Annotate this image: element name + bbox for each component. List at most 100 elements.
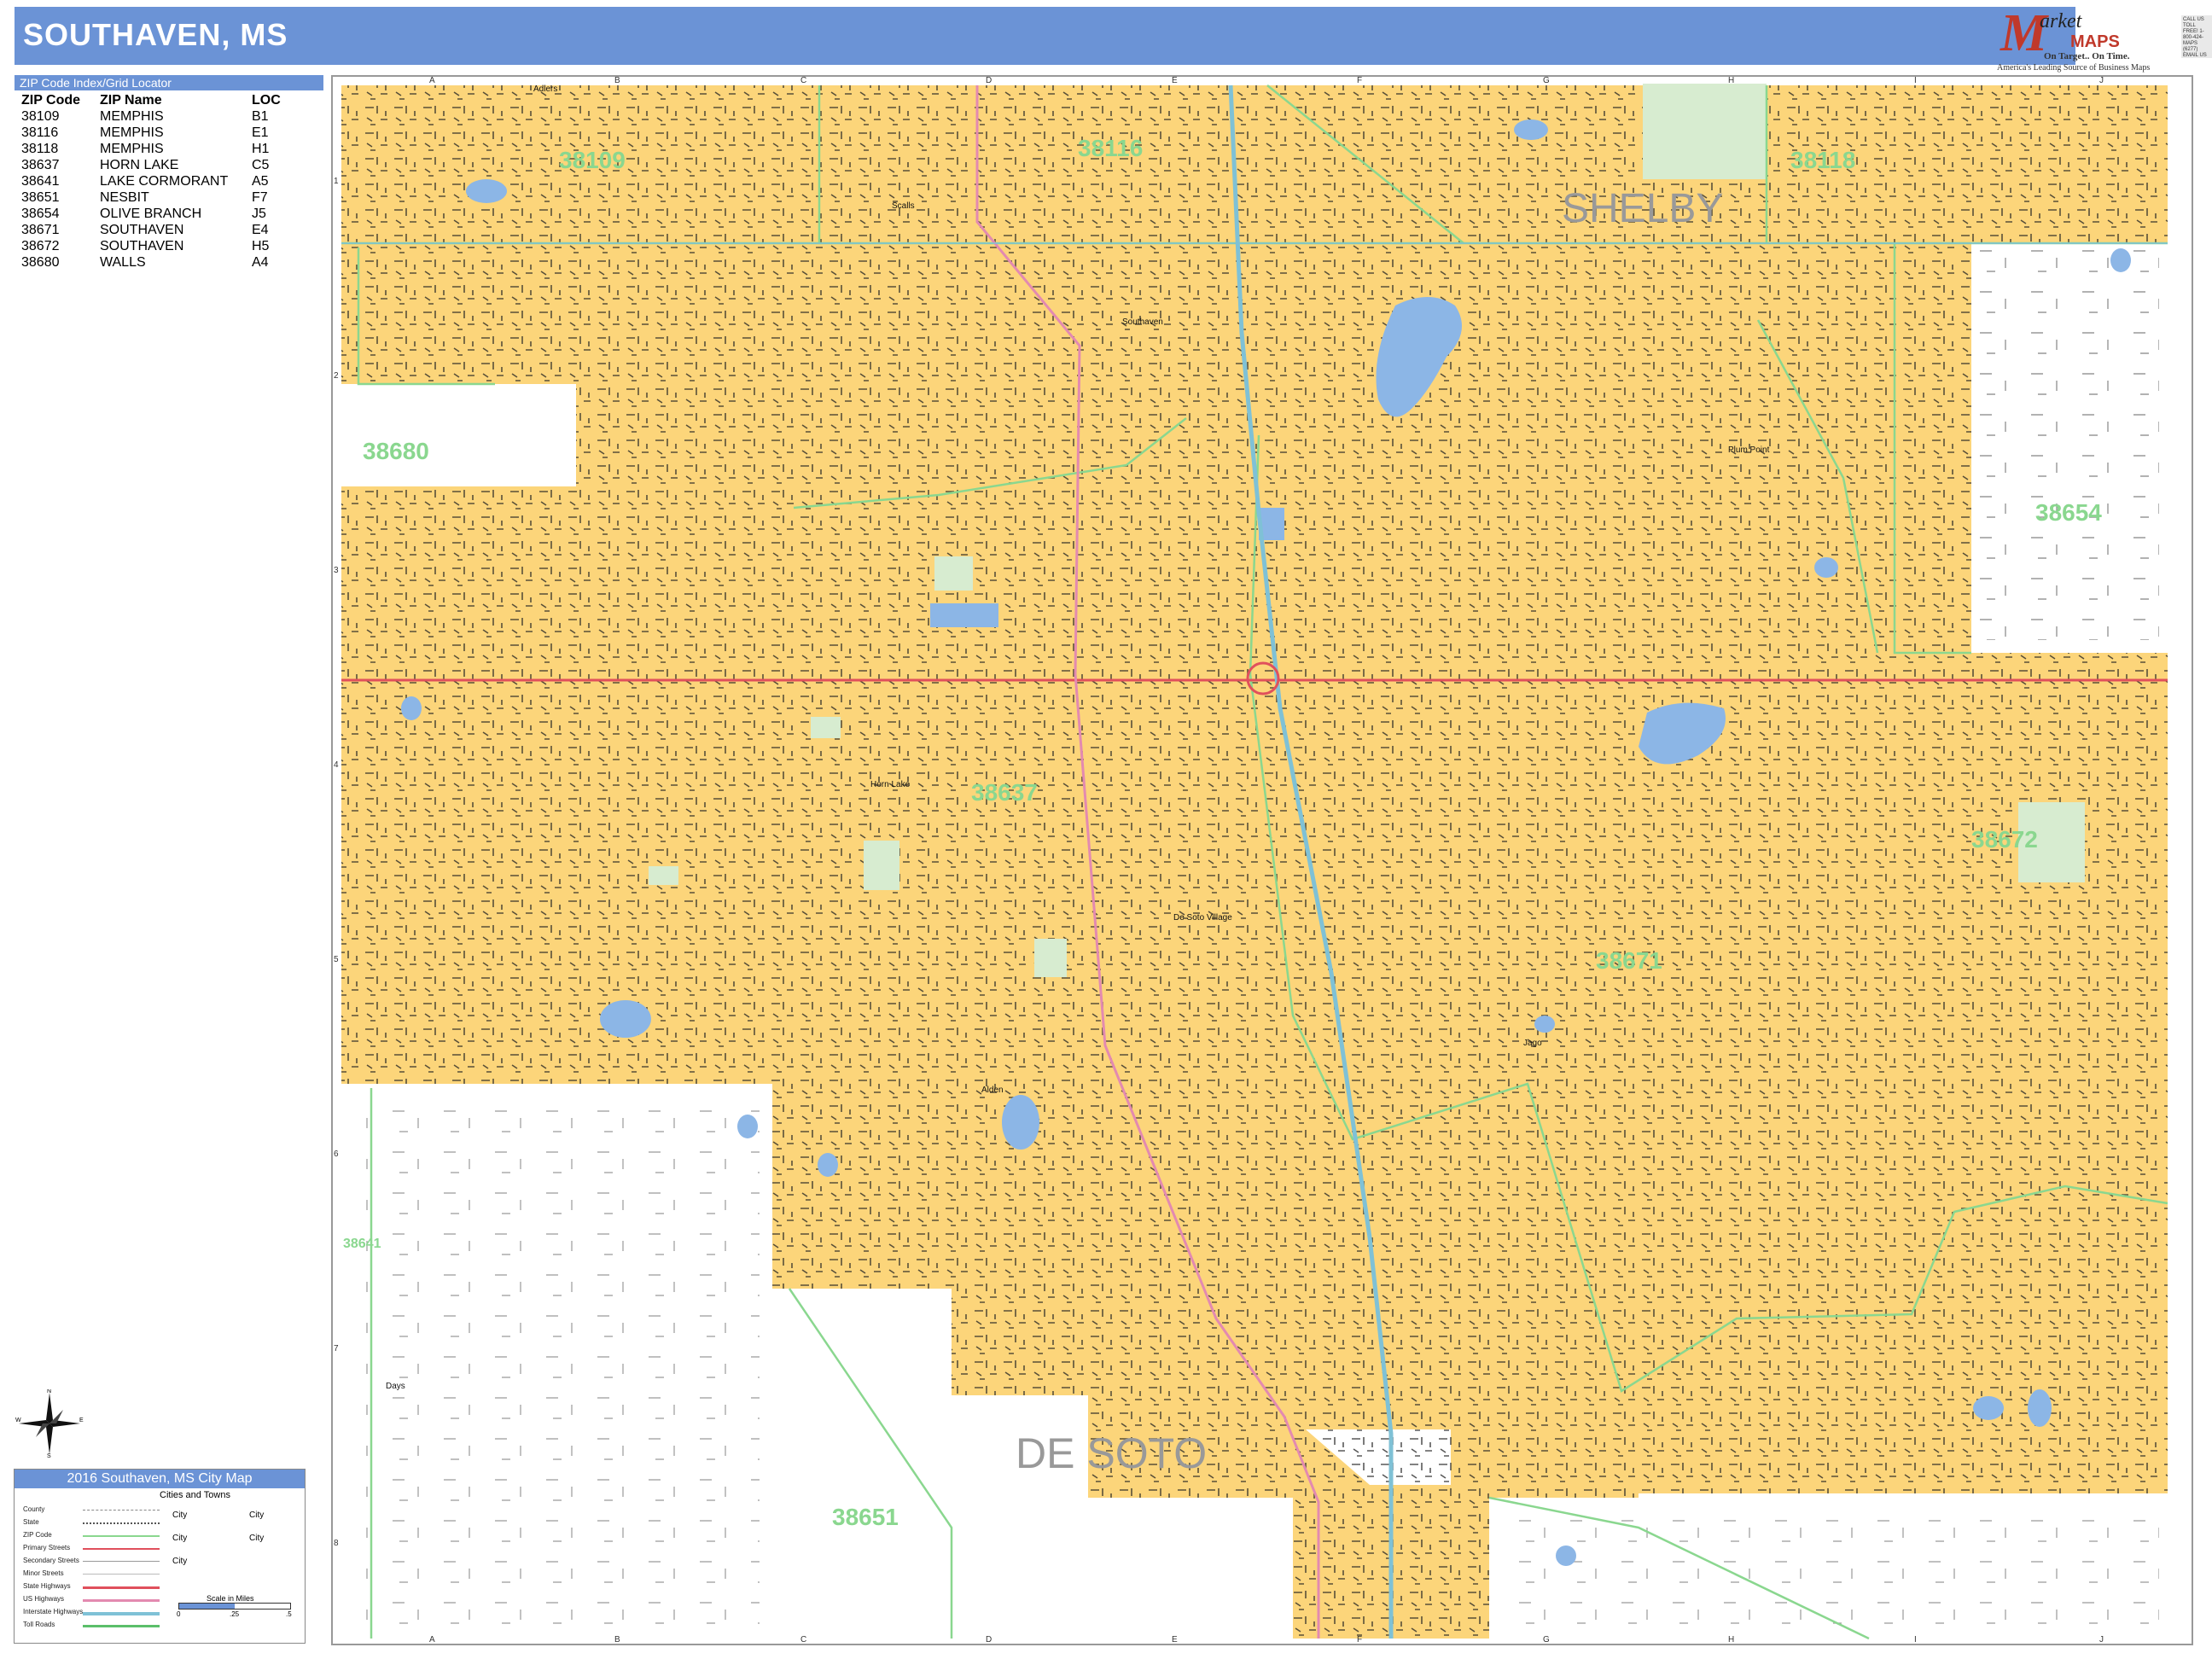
- lake: [1514, 119, 1548, 140]
- zip-index-title: ZIP Code Index/Grid Locator: [15, 75, 323, 90]
- contact-box: CALL US TOLL FREE! 1-800-424-MAPS (6277)…: [2181, 15, 2212, 58]
- park: [1643, 84, 1767, 179]
- place-label: Adlers: [533, 84, 557, 94]
- street-network-olive-branch: [1980, 247, 2159, 640]
- compass-s: S: [47, 1453, 51, 1458]
- zip-code-cell: 38672: [21, 239, 60, 253]
- grid-row-label: 4: [334, 760, 339, 770]
- lake: [1814, 557, 1838, 578]
- lake: [737, 1115, 758, 1138]
- grid-row-label: 2: [334, 371, 339, 381]
- zip-label: 38654: [2035, 499, 2102, 526]
- zip-code-cell: 38671: [21, 223, 60, 237]
- lake: [1973, 1396, 2004, 1420]
- grid-col-label: E: [1172, 77, 1178, 85]
- zip-index-header-row: ZIP Code ZIP Name LOC: [15, 92, 281, 108]
- grid-col-label: B: [614, 77, 620, 85]
- legend-line-minor: [83, 1574, 160, 1575]
- zip-index-table: ZIP Code ZIP Name LOC 38109 MEMPHIS B1 3811…: [15, 92, 281, 271]
- zip-name-cell: OLIVE BRANCH: [100, 207, 202, 221]
- zip-label: 38651: [832, 1504, 899, 1530]
- logo-source-line: America's Leading Source of Business Map…: [1997, 63, 2151, 73]
- legend-line-primary: [83, 1548, 160, 1550]
- zip-name-cell: SOUTHAVEN: [100, 239, 184, 253]
- legend-line-county: [83, 1510, 160, 1511]
- table-row: 38654 OLIVE BRANCH J5: [15, 206, 281, 222]
- legend-line-us-highways: [83, 1599, 160, 1602]
- grid-row-label: 7: [334, 1344, 339, 1353]
- zip-label: 38118: [1790, 147, 1855, 173]
- grid-col-label: A: [429, 1635, 435, 1644]
- logo-tagline: On Target.. On Time.: [2044, 51, 2130, 61]
- zip-name-cell: MEMPHIS: [100, 109, 164, 124]
- loc-cell: E1: [252, 125, 269, 140]
- zip-code-cell: 38116: [21, 125, 59, 140]
- logo-word-maps: MAPS: [2070, 32, 2120, 51]
- compass-north-arrow: [46, 1393, 53, 1423]
- zip-name-cell: NESBIT: [100, 190, 149, 205]
- place-label: Jago: [1523, 1039, 1542, 1048]
- zip-name-cell: HORN LAKE: [100, 158, 179, 172]
- grid-col-label: G: [1543, 1635, 1550, 1644]
- loc-cell: C5: [252, 158, 270, 172]
- grid-col-label: B: [614, 1635, 620, 1644]
- grid-col-label: J: [2099, 77, 2104, 85]
- zip-code-cell: 38680: [21, 255, 60, 270]
- lake: [600, 1000, 651, 1038]
- legend-item-primary: Primary Streets: [23, 1544, 71, 1551]
- street-network-south: [1502, 1511, 2159, 1630]
- title-bar: SOUTHAVEN, MS: [15, 7, 2075, 65]
- grid-col-label: F: [1357, 1635, 1362, 1644]
- place-label: Scalls: [892, 201, 915, 211]
- place-label: Days: [386, 1382, 405, 1391]
- zip-code-cell: 38641: [21, 174, 60, 189]
- zip-name-cell: MEMPHIS: [100, 125, 164, 140]
- county-label-shelby: SHELBY: [1562, 186, 1723, 231]
- loc-cell: H1: [252, 142, 270, 156]
- legend-item-state: State: [23, 1518, 39, 1526]
- lake: [1556, 1545, 1576, 1566]
- legend-item-secondary: Secondary Streets: [23, 1557, 79, 1564]
- lake: [818, 1153, 838, 1177]
- grid-col-label: J: [2099, 1635, 2104, 1644]
- table-row: 38109 MEMPHIS B1: [15, 108, 281, 125]
- legend-item-us-highways: US Highways: [23, 1595, 65, 1603]
- zip-code-cell: 38654: [21, 207, 60, 221]
- loc-cell: H5: [252, 239, 270, 253]
- scale-label: .25: [230, 1610, 240, 1618]
- place-label: Plum Point: [1728, 445, 1770, 455]
- grid-row-label: 8: [334, 1539, 339, 1548]
- legend-item-toll-roads: Toll Roads: [23, 1621, 55, 1628]
- grid-col-label: C: [800, 77, 806, 85]
- grid-col-label: H: [1728, 1635, 1734, 1644]
- compass-w: W: [15, 1417, 21, 1423]
- map-title: SOUTHAVEN, MS: [23, 17, 288, 52]
- legend-item-state-highways: State Highways: [23, 1582, 71, 1590]
- compass-south-arrow: [46, 1423, 53, 1454]
- table-row: 38672 SOUTHAVEN H5: [15, 238, 281, 254]
- map-frame[interactable]: A B C D E F G H I J A B C D E F G H I J …: [331, 75, 2193, 1645]
- legend-title: 2016 Southaven, MS City Map: [15, 1470, 305, 1488]
- loc-cell: B1: [252, 109, 269, 124]
- legend-line-toll-roads: [83, 1625, 160, 1627]
- grid-col-label: A: [429, 77, 435, 85]
- street-network-west: [358, 1101, 760, 1630]
- table-row: 38680 WALLS A4: [15, 254, 281, 271]
- zip-name-cell: WALLS: [100, 255, 146, 270]
- table-row: 38671 SOUTHAVEN E4: [15, 222, 281, 238]
- market-maps-logo: M arket MAPS On Target.. On Time. Americ…: [1997, 7, 2206, 73]
- grid-col-label: D: [986, 1635, 992, 1644]
- grid-col-label: I: [1914, 77, 1917, 85]
- grid-row-label: 5: [334, 955, 339, 964]
- legend-item-zip: ZIP Code: [23, 1531, 52, 1539]
- map-canvas[interactable]: A B C D E F G H I J A B C D E F G H I J …: [333, 77, 2192, 1644]
- loc-cell: A5: [252, 174, 269, 189]
- lake: [1534, 1016, 1555, 1033]
- grid-row-label: 1: [334, 177, 339, 186]
- zip-label: 38641: [343, 1237, 381, 1251]
- table-row: 38641 LAKE CORMORANT A5: [15, 173, 281, 189]
- zip-code-index: ZIP Code Index/Grid Locator ZIP Code ZIP…: [15, 75, 323, 271]
- column-header-zip-name: ZIP Name: [100, 92, 162, 108]
- column-header-zip-code: ZIP Code: [21, 92, 81, 108]
- zip-name-cell: SOUTHAVEN: [100, 223, 184, 237]
